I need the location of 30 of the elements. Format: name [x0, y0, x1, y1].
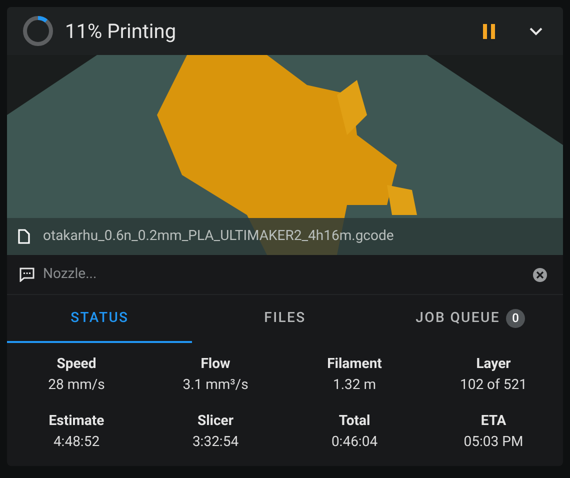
stat-label: Flow [200, 355, 230, 374]
stat-label: Total [338, 412, 370, 431]
stat-value: 05:03 PM [464, 433, 524, 452]
stat-label: Slicer [197, 412, 234, 431]
console-input-field[interactable]: Nozzle... [43, 264, 533, 285]
stat-value: 3.1 mm³/s [182, 376, 248, 395]
stat-value: 102 of 521 [460, 376, 527, 395]
stat-value: 4:48:52 [53, 433, 100, 452]
tab[interactable]: STATUS [7, 295, 192, 343]
pause-icon [482, 24, 496, 38]
stat-value: 0:46:04 [331, 433, 378, 452]
stat-value: 28 mm/s [48, 376, 105, 395]
clear-button[interactable] [533, 268, 547, 282]
chevron-down-icon [529, 26, 543, 36]
stat-value: 3:32:54 [192, 433, 239, 452]
tab[interactable]: FILES [192, 295, 378, 343]
progress-ring [22, 15, 54, 47]
file-icon [18, 229, 30, 244]
stat-label: Speed [56, 355, 96, 374]
stat-label: Layer [476, 355, 511, 374]
stat-label: Filament [327, 355, 382, 374]
tab[interactable]: JOB QUEUE 0 [378, 295, 563, 343]
console-icon [19, 267, 35, 282]
close-icon [536, 270, 544, 278]
stat-label: Estimate [48, 412, 104, 431]
print-status-title: 11% Printing [65, 18, 176, 45]
stat-value: 1.32 m [332, 376, 376, 395]
count-badge: 0 [506, 308, 525, 328]
stat-label: ETA [480, 412, 506, 431]
gcode-filename: otakarhu_0.6n_0.2mm_PLA_ULTIMAKER2_4h16m.gcode [43, 227, 394, 246]
